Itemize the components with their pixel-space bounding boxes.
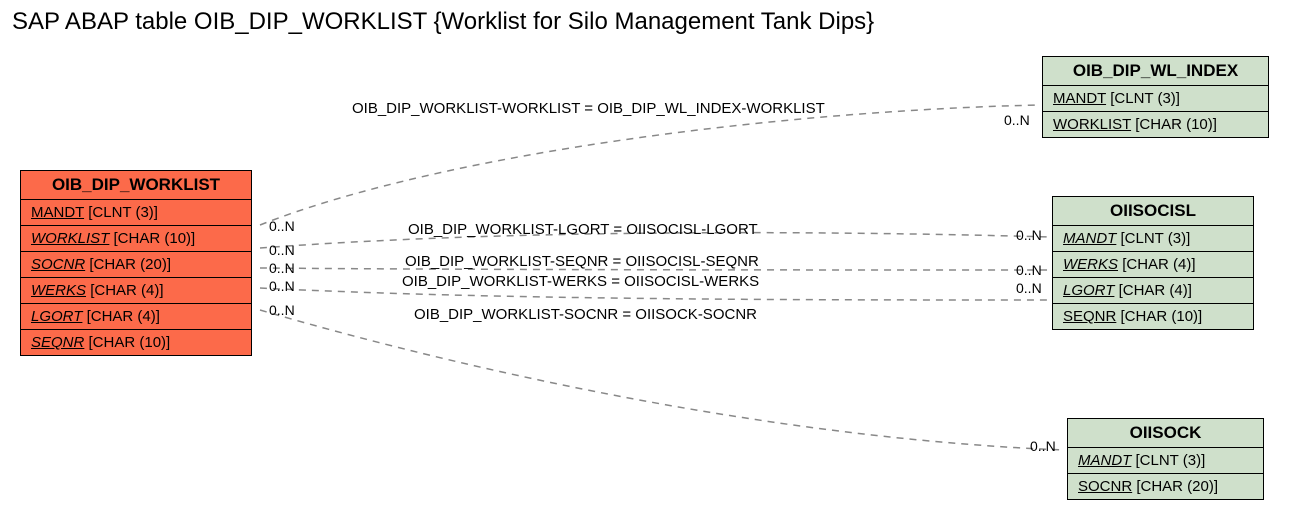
relation-label: OIB_DIP_WORKLIST-SOCNR = OIISOCK-SOCNR (414, 306, 757, 323)
field-type: [CHAR (4)] (87, 308, 160, 325)
field-row: MANDT [CLNT (3)] (21, 200, 251, 226)
field-type: [CHAR (10)] (89, 334, 171, 351)
field-row: MANDT [CLNT (3)] (1068, 448, 1263, 474)
cardinality-label: 0..N (1016, 227, 1042, 243)
cardinality-label: 0..N (269, 242, 295, 258)
entity-header: OIISOCISL (1053, 197, 1253, 226)
entity-header: OIB_DIP_WL_INDEX (1043, 57, 1268, 86)
field-name: WERKS (31, 282, 86, 299)
field-name: MANDT (1078, 452, 1131, 469)
field-type: [CHAR (10)] (1121, 308, 1203, 325)
field-row: WORKLIST [CHAR (10)] (21, 226, 251, 252)
field-name: WORKLIST (1053, 116, 1131, 133)
field-type: [CLNT (3)] (1121, 230, 1191, 247)
cardinality-label: 0..N (1016, 262, 1042, 278)
field-type: [CHAR (20)] (89, 256, 171, 273)
cardinality-label: 0..N (269, 302, 295, 318)
entity-header: OIISOCK (1068, 419, 1263, 448)
field-row: LGORT [CHAR (4)] (21, 304, 251, 330)
field-name: MANDT (31, 204, 84, 221)
relation-label: OIB_DIP_WORKLIST-SEQNR = OIISOCISL-SEQNR (405, 253, 759, 270)
field-type: [CHAR (4)] (1122, 256, 1195, 273)
field-name: SOCNR (1078, 478, 1132, 495)
entity-oib-dip-worklist: OIB_DIP_WORKLIST MANDT [CLNT (3)] WORKLI… (20, 170, 252, 356)
field-row: WERKS [CHAR (4)] (21, 278, 251, 304)
field-type: [CLNT (3)] (1136, 452, 1206, 469)
field-row: SOCNR [CHAR (20)] (1068, 474, 1263, 499)
field-name: SOCNR (31, 256, 85, 273)
relation-label: OIB_DIP_WORKLIST-WERKS = OIISOCISL-WERKS (402, 273, 759, 290)
field-name: WORKLIST (31, 230, 109, 247)
relation-label: OIB_DIP_WORKLIST-WORKLIST = OIB_DIP_WL_I… (352, 100, 825, 117)
field-name: LGORT (1063, 282, 1114, 299)
field-row: WERKS [CHAR (4)] (1053, 252, 1253, 278)
field-row: SEQNR [CHAR (10)] (1053, 304, 1253, 329)
entity-oiisock: OIISOCK MANDT [CLNT (3)] SOCNR [CHAR (20… (1067, 418, 1264, 500)
entity-header: OIB_DIP_WORKLIST (21, 171, 251, 200)
field-name: SEQNR (1063, 308, 1116, 325)
field-name: SEQNR (31, 334, 84, 351)
field-row: WORKLIST [CHAR (10)] (1043, 112, 1268, 137)
cardinality-label: 0..N (1004, 112, 1030, 128)
field-name: LGORT (31, 308, 82, 325)
field-row: SEQNR [CHAR (10)] (21, 330, 251, 355)
field-row: LGORT [CHAR (4)] (1053, 278, 1253, 304)
field-type: [CHAR (4)] (90, 282, 163, 299)
page-title: SAP ABAP table OIB_DIP_WORKLIST {Worklis… (12, 8, 874, 36)
field-row: MANDT [CLNT (3)] (1043, 86, 1268, 112)
relation-label: OIB_DIP_WORKLIST-LGORT = OIISOCISL-LGORT (408, 221, 758, 238)
field-type: [CHAR (10)] (1135, 116, 1217, 133)
field-name: MANDT (1063, 230, 1116, 247)
field-name: MANDT (1053, 90, 1106, 107)
cardinality-label: 0..N (1016, 280, 1042, 296)
cardinality-label: 0..N (1030, 438, 1056, 454)
field-type: [CHAR (4)] (1119, 282, 1192, 299)
field-name: WERKS (1063, 256, 1118, 273)
entity-oib-dip-wl-index: OIB_DIP_WL_INDEX MANDT [CLNT (3)] WORKLI… (1042, 56, 1269, 138)
diagram-canvas: SAP ABAP table OIB_DIP_WORKLIST {Worklis… (0, 0, 1292, 509)
field-row: SOCNR [CHAR (20)] (21, 252, 251, 278)
field-type: [CLNT (3)] (88, 204, 158, 221)
entity-oiisocisl: OIISOCISL MANDT [CLNT (3)] WERKS [CHAR (… (1052, 196, 1254, 330)
field-type: [CHAR (10)] (114, 230, 196, 247)
field-row: MANDT [CLNT (3)] (1053, 226, 1253, 252)
cardinality-label: 0..N (269, 278, 295, 294)
field-type: [CLNT (3)] (1110, 90, 1180, 107)
cardinality-label: 0..N (269, 260, 295, 276)
field-type: [CHAR (20)] (1136, 478, 1218, 495)
cardinality-label: 0..N (269, 218, 295, 234)
